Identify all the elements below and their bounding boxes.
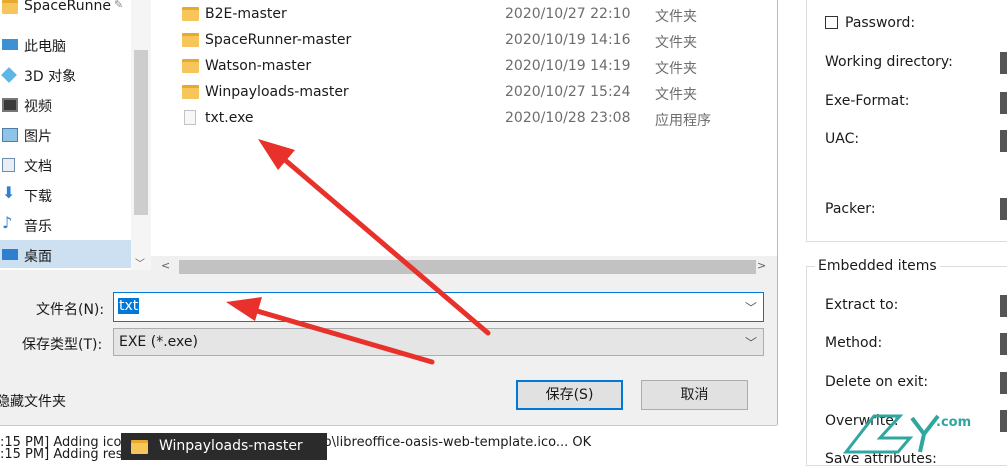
- watermark-text: .com: [936, 415, 971, 430]
- watermark-logo: .com: [842, 414, 971, 454]
- annotation-arrow: [226, 297, 435, 365]
- annotation-arrows: [226, 139, 491, 365]
- annotation-arrow: [258, 139, 491, 336]
